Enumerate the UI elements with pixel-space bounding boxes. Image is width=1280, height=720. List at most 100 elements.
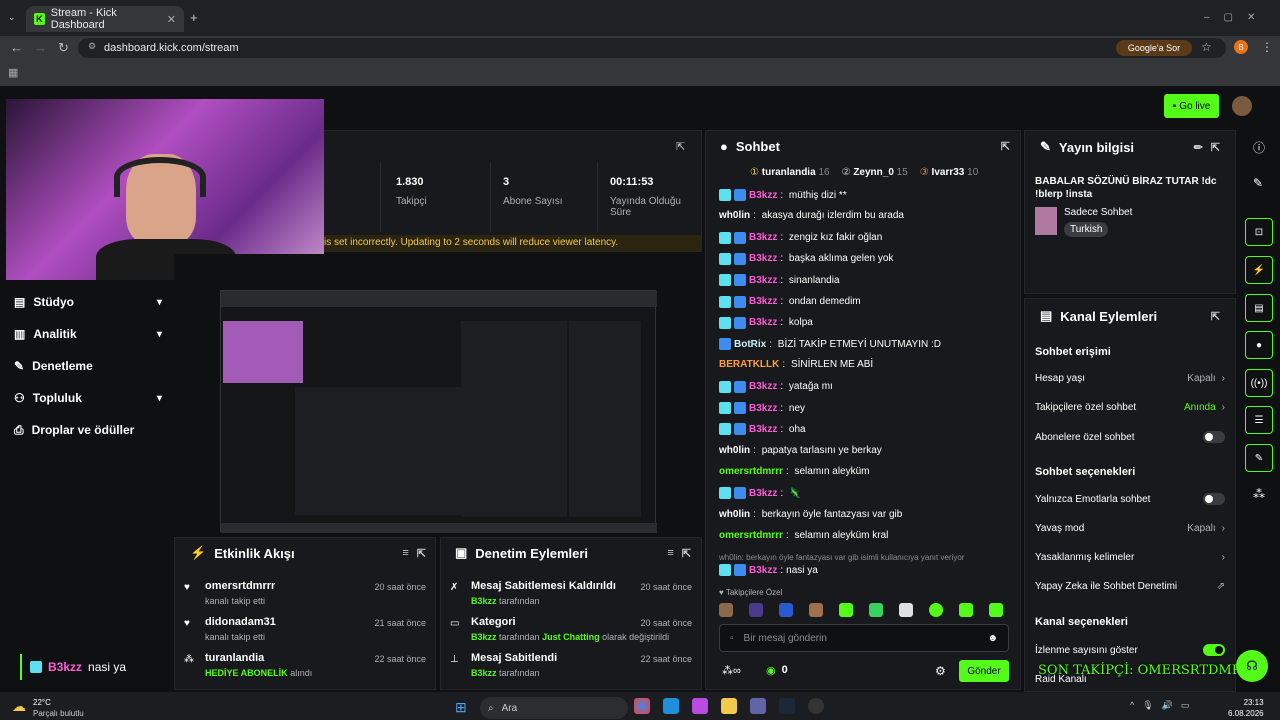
- rail-tools-button[interactable]: ✎: [1245, 444, 1273, 472]
- tab-list-icon[interactable]: ⌄: [8, 12, 16, 23]
- chatters-icon[interactable]: ⁂∞: [722, 664, 741, 677]
- setting-row-subs-only[interactable]: Abonelere özel sohbet: [1035, 431, 1225, 443]
- expand-icon[interactable]: ⇱: [676, 140, 685, 153]
- chat-message[interactable]: B3kzz: nasi ya: [719, 564, 818, 576]
- viewer-count-toggle[interactable]: [1203, 644, 1225, 656]
- chat-message[interactable]: wh0lin: papatya tarlasını ye berkay: [719, 445, 882, 456]
- steam-icon[interactable]: [779, 698, 795, 714]
- windows-start-icon[interactable]: ⊞: [455, 699, 467, 716]
- send-button[interactable]: Gönder: [959, 660, 1009, 682]
- setting-row-followers-only[interactable]: Takipçilere özel sohbet Anında ›: [1035, 402, 1225, 413]
- back-icon[interactable]: ←: [10, 40, 23, 55]
- chat-settings-icon[interactable]: ⚙: [935, 664, 946, 678]
- sidebar-item-topluluk[interactable]: ⚇ Topluluk ▾: [14, 388, 162, 408]
- window-controls[interactable]: –▢✕: [1204, 12, 1269, 23]
- file-explorer-icon[interactable]: [721, 698, 737, 714]
- edge-icon[interactable]: [663, 698, 679, 714]
- sidebar-item-studyo[interactable]: ▤ Stüdyo ▾: [14, 292, 162, 312]
- chat-username[interactable]: B3kzz: [749, 253, 777, 264]
- pin-message-icon[interactable]: ▫: [730, 633, 734, 644]
- chat-username[interactable]: B3kzz: [749, 488, 777, 499]
- chat-message[interactable]: wh0lin: berkayın öyle fantazyası var gib: [719, 509, 902, 520]
- forward-icon[interactable]: →: [34, 40, 47, 55]
- browser-menu-icon[interactable]: ⋮: [1261, 40, 1273, 54]
- setting-row-account-age[interactable]: Hesap yaşı Kapalı ›: [1035, 373, 1225, 384]
- chat-input[interactable]: ▫ Bir mesaj gönderin ☻: [719, 624, 1009, 652]
- go-live-button[interactable]: ▪ Go live: [1164, 94, 1219, 118]
- weather-widget[interactable]: 22°C Parçalı bulutlu: [33, 697, 84, 719]
- sidebar-item-denetleme[interactable]: ✎ Denetleme: [14, 356, 162, 376]
- emote-only-toggle[interactable]: [1203, 493, 1225, 505]
- chat-username[interactable]: B3kzz: [749, 296, 777, 307]
- info-icon[interactable]: ⓘ: [1253, 139, 1265, 156]
- chat-username[interactable]: B3kzz: [749, 275, 777, 286]
- community-icon[interactable]: ⁂: [1253, 487, 1265, 501]
- rail-list-button[interactable]: ☰: [1245, 406, 1273, 434]
- emote-icon[interactable]: [779, 603, 793, 617]
- system-tray-icons[interactable]: ^🎙🔊▭: [1130, 700, 1197, 711]
- rail-broadcast-button[interactable]: ((•)): [1245, 369, 1273, 397]
- expand-icon[interactable]: ⇱: [1001, 140, 1010, 153]
- chat-username[interactable]: BotRix: [734, 339, 766, 350]
- sidebar-item-droplar[interactable]: ⎙ Droplar ve ödüller: [14, 420, 162, 440]
- emote-icon[interactable]: [749, 603, 763, 617]
- chat-username[interactable]: B3kzz: [749, 232, 777, 243]
- bookmark-star-icon[interactable]: ☆: [1201, 40, 1212, 54]
- chat-username[interactable]: wh0lin: [719, 509, 750, 520]
- chat-message[interactable]: B3kzz: ondan demedim: [719, 295, 861, 308]
- pencil-icon[interactable]: ✎: [1253, 176, 1263, 190]
- stream-preview[interactable]: [220, 290, 657, 533]
- reload-icon[interactable]: ↻: [58, 40, 69, 56]
- chat-message[interactable]: B3kzz: müthiş dizi **: [719, 189, 847, 201]
- emote-icon[interactable]: [989, 603, 1003, 617]
- weather-icon[interactable]: ☁: [12, 698, 26, 715]
- url-input[interactable]: dashboard.kick.com/stream: [78, 38, 1226, 58]
- clock[interactable]: 23:13 6.08.2026: [1228, 697, 1264, 719]
- site-info-icon[interactable]: ⚙: [88, 41, 96, 52]
- chat-message[interactable]: BERATKLLK: SİNİRLEN ME ABİ: [719, 359, 873, 370]
- chat-message[interactable]: wh0lin: akasya durağı izlerdim bu arada: [719, 210, 904, 221]
- chat-message[interactable]: B3kzz: 🦎: [719, 487, 801, 500]
- emote-icon[interactable]: [899, 603, 913, 617]
- expand-icon[interactable]: ⇱: [1211, 310, 1220, 323]
- chrome-icon[interactable]: [634, 698, 650, 714]
- chat-message[interactable]: B3kzz: kolpa: [719, 316, 813, 329]
- chat-username[interactable]: wh0lin: [719, 445, 750, 456]
- expand-icon[interactable]: ⇱: [1211, 141, 1220, 154]
- emote-icon[interactable]: [929, 603, 943, 617]
- chat-message[interactable]: B3kzz: sinanlandia: [719, 274, 840, 287]
- points-display[interactable]: ◉ 0: [766, 664, 788, 677]
- chat-message[interactable]: omersrtdmrrr: selamın aleyküm kral: [719, 530, 888, 541]
- setting-row-ai-moderation[interactable]: Yapay Zeka ile Sohbet Denetimi ⇗: [1035, 581, 1225, 592]
- apps-grid-icon[interactable]: ▦: [8, 66, 18, 79]
- chat-message[interactable]: B3kzz: zengiz kız fakir oğlan: [719, 231, 882, 244]
- help-chat-button[interactable]: ☊: [1236, 650, 1268, 682]
- chat-username[interactable]: B3kzz: [749, 403, 777, 414]
- profile-avatar[interactable]: B: [1234, 40, 1248, 54]
- chat-username[interactable]: omersrtdmrrr: [719, 530, 783, 541]
- rail-camera-button[interactable]: ⊡: [1245, 218, 1273, 246]
- setting-row-banned-words[interactable]: Yasaklanmış kelimeler ›: [1035, 552, 1225, 563]
- emote-icon[interactable]: [809, 603, 823, 617]
- edit-icon[interactable]: ✏: [1194, 141, 1203, 154]
- chat-username[interactable]: BERATKLLK: [719, 359, 779, 370]
- chat-message[interactable]: B3kzz: başka aklıma gelen yok: [719, 252, 893, 265]
- emoji-icon[interactable]: ☻: [987, 633, 998, 644]
- chat-username[interactable]: B3kzz: [749, 381, 777, 392]
- emote-icon[interactable]: [719, 603, 733, 617]
- expand-icon[interactable]: ⇱: [682, 547, 691, 560]
- chat-message[interactable]: BotRix: BİZİ TAKİP ETMEYİ UNUTMAYIN :D: [719, 338, 941, 351]
- chat-username[interactable]: B3kzz: [749, 317, 777, 328]
- rail-notes-button[interactable]: ▤: [1245, 294, 1273, 322]
- filter-icon[interactable]: ≡: [402, 547, 408, 559]
- subs-only-toggle[interactable]: [1203, 431, 1225, 443]
- teams-icon[interactable]: [750, 698, 766, 714]
- chat-message[interactable]: B3kzz: oha: [719, 423, 806, 436]
- setting-row-emote-only[interactable]: Yalnızca Emotlarla sohbet: [1035, 493, 1225, 505]
- obs-icon[interactable]: [808, 698, 824, 714]
- emote-icon[interactable]: [839, 603, 853, 617]
- ask-google-button[interactable]: Google'a Sor: [1116, 40, 1192, 56]
- rail-flash-button[interactable]: ⚡: [1245, 256, 1273, 284]
- chat-username[interactable]: B3kzz: [749, 190, 777, 201]
- copilot-icon[interactable]: [692, 698, 708, 714]
